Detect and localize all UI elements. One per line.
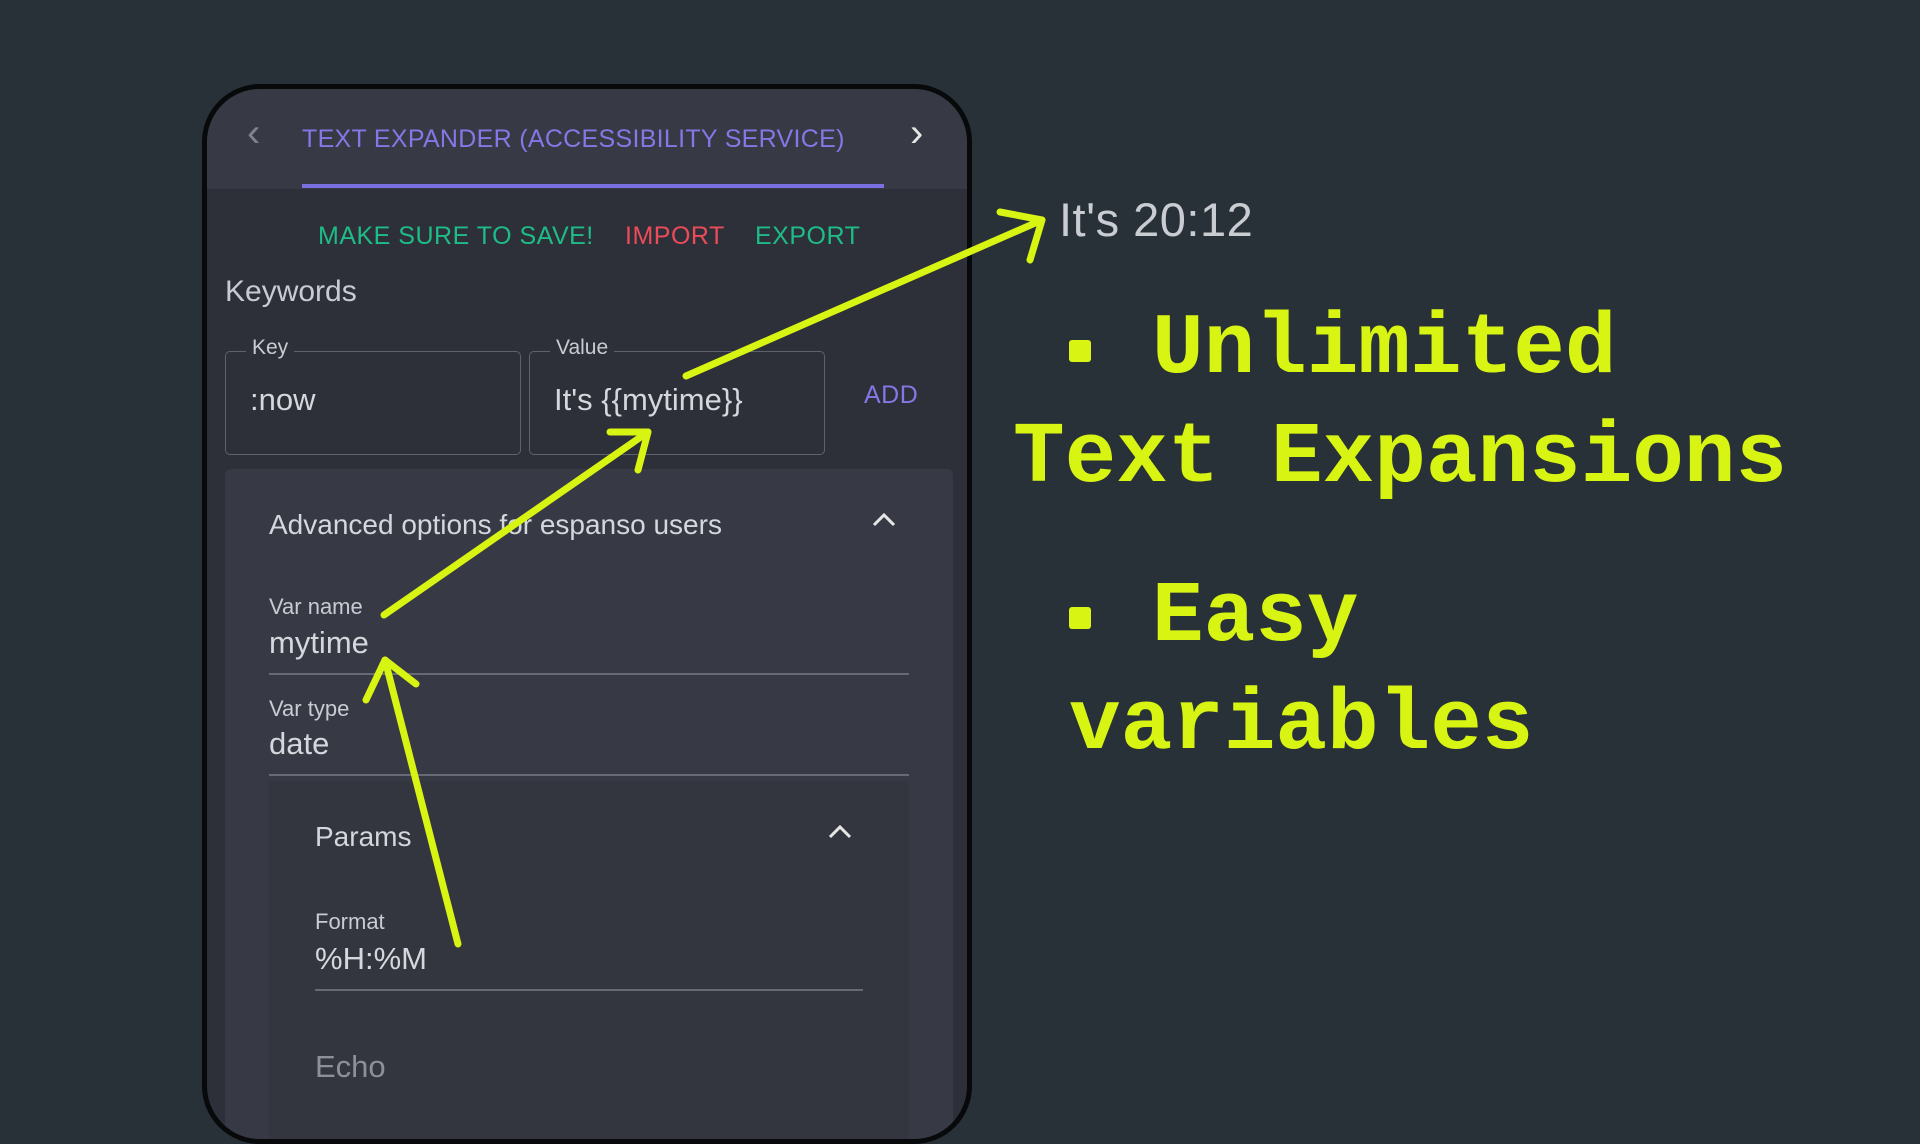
key-field-label: Key xyxy=(246,336,295,360)
format-label: Format xyxy=(315,909,385,934)
advanced-options-title[interactable]: Advanced options for espanso users xyxy=(269,509,722,541)
params-title[interactable]: Params xyxy=(315,821,411,853)
advanced-options-panel: Advanced options for espanso users Var n… xyxy=(225,469,953,1139)
var-type-label: Var type xyxy=(269,696,350,721)
expansion-preview: It's 20:12 xyxy=(1059,193,1254,246)
value-input[interactable]: It's {{mytime}} xyxy=(554,382,743,418)
tab-text-expander[interactable]: TEXT EXPANDER (ACCESSIBILITY SERVICE) xyxy=(302,125,844,154)
tab-bar: ‹ TEXT EXPANDER (ACCESSIBILITY SERVICE) … xyxy=(207,89,967,189)
chevron-left-icon[interactable]: ‹ xyxy=(247,113,260,153)
chevron-right-icon[interactable]: › xyxy=(910,113,923,153)
chevron-up-icon[interactable] xyxy=(871,507,897,533)
var-type-underline xyxy=(269,774,909,776)
export-button[interactable]: EXPORT xyxy=(755,222,860,251)
format-underline xyxy=(315,989,863,991)
feature-2-line-1: Easy xyxy=(1152,568,1359,666)
feature-1-line-1: Unlimited xyxy=(1152,300,1617,398)
bullet-icon xyxy=(1069,607,1091,629)
value-field-label: Value xyxy=(550,336,615,360)
var-name-label: Var name xyxy=(269,594,363,619)
add-button[interactable]: ADD xyxy=(864,381,918,410)
keywords-heading: Keywords xyxy=(225,275,357,308)
tab-indicator xyxy=(302,184,884,188)
phone-frame: ‹ TEXT EXPANDER (ACCESSIBILITY SERVICE) … xyxy=(202,84,972,1144)
feature-1-line-2: Text Expansions xyxy=(1013,409,1788,507)
var-type-input[interactable]: date xyxy=(269,726,329,762)
var-name-input[interactable]: mytime xyxy=(269,625,369,661)
key-field[interactable]: Key :now xyxy=(225,336,521,455)
key-input[interactable]: :now xyxy=(250,382,315,418)
value-field[interactable]: Value It's {{mytime}} xyxy=(529,336,825,455)
import-button[interactable]: IMPORT xyxy=(625,222,725,251)
params-panel: Params Format %H:%M Echo xyxy=(269,781,909,1139)
format-input[interactable]: %H:%M xyxy=(315,941,427,977)
var-name-underline xyxy=(269,673,909,675)
save-button[interactable]: MAKE SURE TO SAVE! xyxy=(318,222,594,251)
chevron-up-icon[interactable] xyxy=(827,819,853,845)
bullet-icon xyxy=(1069,340,1091,362)
feature-2-line-2: variables xyxy=(1069,676,1534,774)
